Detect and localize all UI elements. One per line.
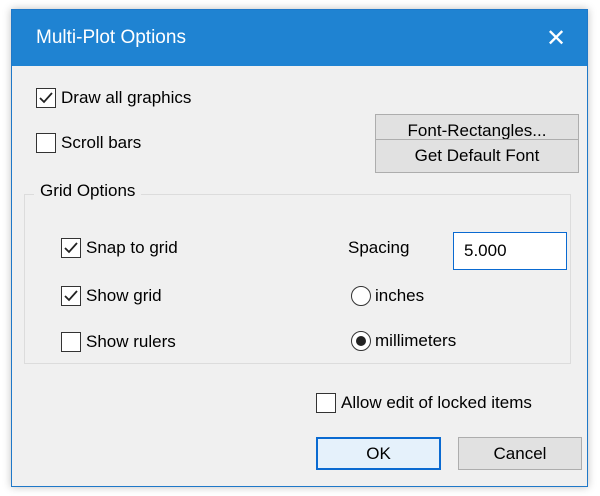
draw-all-graphics-label: Draw all graphics [61,88,192,107]
show-rulers-checkbox[interactable]: Show rulers [61,332,176,352]
checkmark-icon [36,88,56,108]
show-grid-label: Show grid [86,286,162,305]
allow-edit-locked-label: Allow edit of locked items [341,393,532,412]
unchecked-box-icon [316,393,336,413]
ok-button[interactable]: OK [316,437,441,470]
scroll-bars-label: Scroll bars [61,133,142,152]
radio-unselected-icon [351,286,371,306]
spacing-input[interactable]: 5.000 [453,232,567,270]
inches-label: inches [375,286,425,305]
title-bar: Multi-Plot Options ✕ [12,10,587,66]
checkmark-icon [61,286,81,306]
close-button[interactable]: ✕ [525,10,587,66]
cancel-button[interactable]: Cancel [458,437,582,470]
radio-selected-icon [351,331,371,351]
scroll-bars-checkbox[interactable]: Scroll bars [36,133,141,153]
millimeters-radio[interactable]: millimeters [351,331,456,351]
checkmark-icon [61,238,81,258]
unchecked-box-icon [61,332,81,352]
show-grid-checkbox[interactable]: Show grid [61,286,162,306]
snap-to-grid-checkbox[interactable]: Snap to grid [61,238,178,258]
millimeters-label: millimeters [375,331,457,350]
close-icon: ✕ [545,24,567,52]
show-rulers-label: Show rulers [86,332,176,351]
allow-edit-locked-checkbox[interactable]: Allow edit of locked items [316,393,532,413]
snap-to-grid-label: Snap to grid [86,238,178,257]
grid-options-title: Grid Options [34,181,142,201]
spacing-label: Spacing [348,238,410,257]
get-default-font-button[interactable]: Get Default Font [375,139,579,173]
draw-all-graphics-checkbox[interactable]: Draw all graphics [36,88,191,108]
dialog-title: Multi-Plot Options [36,27,186,48]
unchecked-box-icon [36,133,56,153]
inches-radio[interactable]: inches [351,286,424,306]
